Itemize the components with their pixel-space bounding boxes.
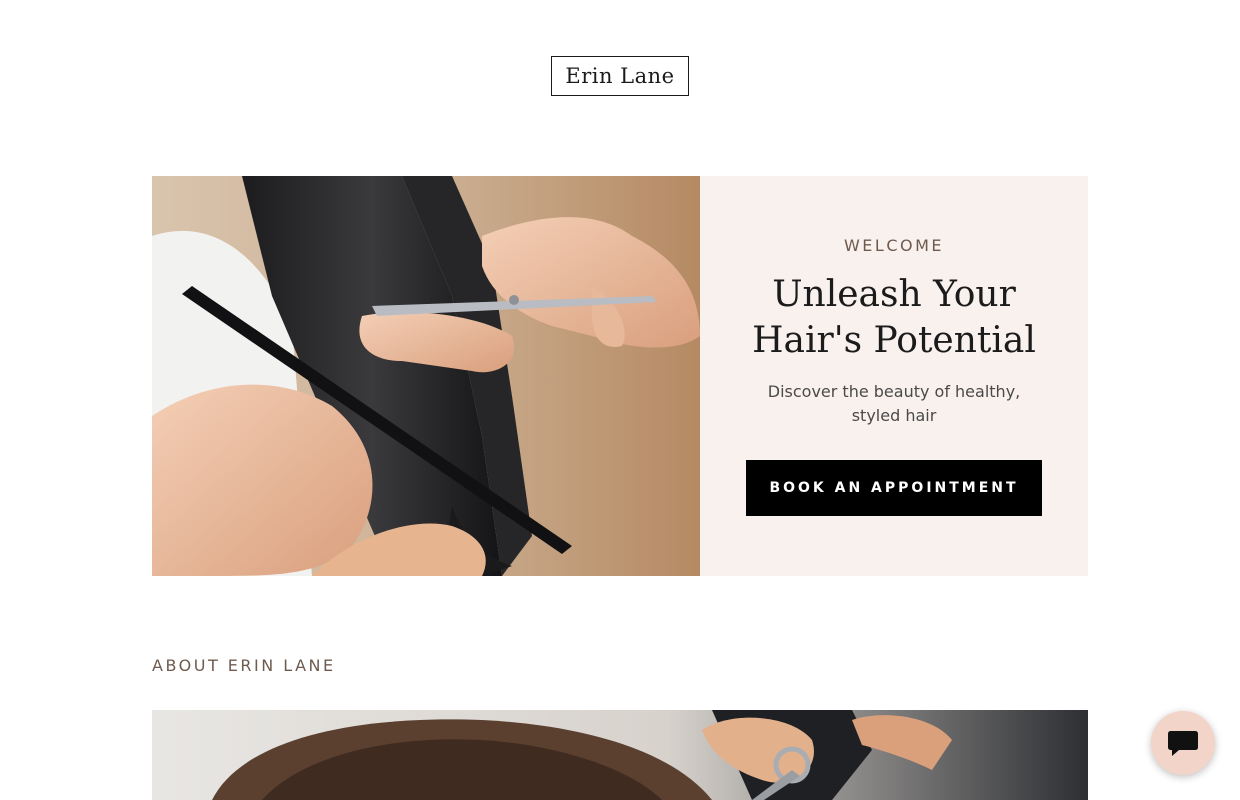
hero-headline: Unleash Your Hair's Potential — [752, 274, 1036, 361]
chat-bubble-icon — [1168, 731, 1198, 756]
barber-photo — [152, 710, 1088, 800]
about-heading: ABOUT ERIN LANE — [152, 656, 336, 675]
hero-subtext: Discover the beauty of healthy, styled h… — [767, 382, 1021, 425]
book-appointment-button[interactable]: BOOK AN APPOINTMENT — [746, 460, 1042, 516]
hero-text-panel: WELCOME Unleash Your Hair's Potential Di… — [700, 176, 1088, 576]
hero-section: WELCOME Unleash Your Hair's Potential Di… — [152, 176, 1088, 576]
about-image — [152, 710, 1088, 800]
site-logo[interactable]: Erin Lane — [551, 56, 689, 96]
haircut-photo — [152, 176, 700, 576]
hero-image — [152, 176, 700, 576]
chat-button[interactable] — [1151, 711, 1215, 775]
hero-eyebrow: WELCOME — [843, 236, 945, 255]
